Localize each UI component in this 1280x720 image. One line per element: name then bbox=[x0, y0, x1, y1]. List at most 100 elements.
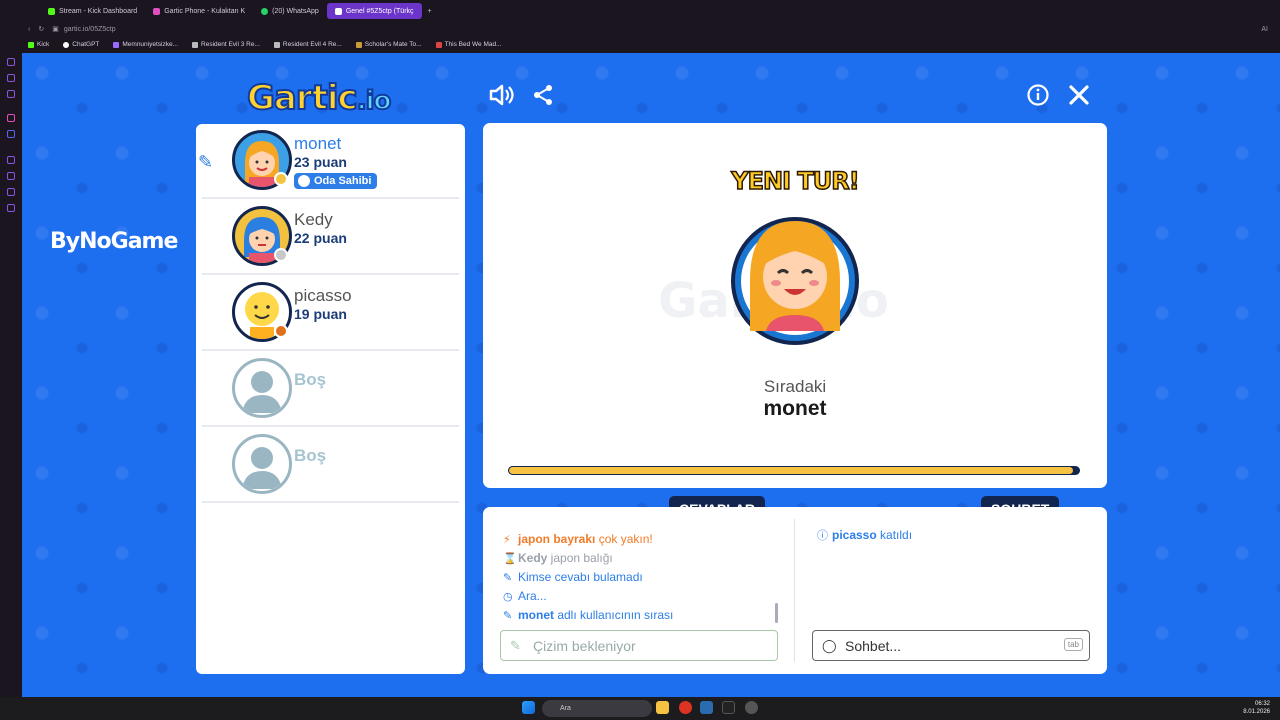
tab-shortcut-hint: tab bbox=[1063, 638, 1083, 651]
next-player-avatar bbox=[730, 201, 860, 351]
info-icon[interactable] bbox=[1024, 81, 1052, 109]
lightning-icon: ⚡ bbox=[503, 534, 511, 546]
steam-icon[interactable] bbox=[700, 701, 713, 714]
answer-item: ✎ monet adlı kullanıcının sırası bbox=[503, 608, 674, 622]
empty-slot: Boş bbox=[202, 428, 459, 503]
bookmark-icon bbox=[192, 41, 199, 48]
bookmark-icon bbox=[435, 41, 442, 48]
back-icon[interactable]: ‹ bbox=[0, 26, 38, 33]
sidebar-app-icon[interactable] bbox=[7, 58, 15, 66]
bookmark[interactable]: Resident Evil 4 Re... bbox=[273, 41, 342, 48]
drawing-board: Gartic.io YENI TUR! Sıradaki monet bbox=[483, 123, 1107, 488]
new-round-title: YENI TUR! bbox=[731, 166, 861, 196]
player-name: monet bbox=[294, 134, 342, 153]
bookmark-icon bbox=[113, 41, 120, 48]
tab-favicon bbox=[261, 7, 269, 15]
browser-tab[interactable]: (20) WhatsApp bbox=[253, 3, 327, 19]
players-panel: ✎ monet 23 puan Oda Sahibi Kedy 22 puan … bbox=[196, 124, 465, 674]
empty-slot: Boş bbox=[202, 352, 459, 427]
sidebar-app-icon[interactable] bbox=[7, 156, 15, 164]
bookmark[interactable]: ChatGPT bbox=[63, 41, 99, 48]
player-score: 23 puan bbox=[294, 154, 347, 170]
url-field[interactable]: gartic.io/05Z5ctp bbox=[64, 26, 116, 33]
chat-input[interactable]: ◯ Sohbet... tab bbox=[812, 630, 1090, 661]
sidebar-app-icon[interactable] bbox=[7, 188, 15, 196]
player-score: 19 puan bbox=[294, 306, 347, 322]
bookmarks-bar: Kick ChatGPT Memnuniyetsizke... Resident… bbox=[0, 36, 1280, 53]
tab-bar: Stream - Kick Dashboard Gartic Phone - K… bbox=[0, 0, 1280, 22]
next-label: Sıradaki bbox=[763, 377, 827, 396]
twitch-icon[interactable] bbox=[7, 114, 15, 122]
answer-item: ✎ Kimse cevabı bulamadı bbox=[503, 570, 643, 584]
status-dot bbox=[274, 248, 288, 262]
progress-fill bbox=[509, 467, 1074, 474]
player-row[interactable]: picasso 19 puan bbox=[202, 276, 459, 351]
sound-icon[interactable] bbox=[488, 81, 516, 109]
player-row[interactable]: Kedy 22 puan bbox=[202, 200, 459, 275]
info-icon: ⓘ bbox=[817, 530, 828, 542]
player-row[interactable]: ✎ monet 23 puan Oda Sahibi bbox=[198, 124, 459, 199]
browser-tab-active[interactable]: Genel #5Z5ctp (Türkç bbox=[326, 3, 422, 19]
pencil-icon: ✎ bbox=[510, 638, 521, 653]
round-progress-bar bbox=[508, 466, 1080, 475]
obs-icon[interactable] bbox=[745, 701, 758, 714]
sidebar-app-icon[interactable] bbox=[7, 90, 15, 98]
chat-message: ⓘ picasso katıldı bbox=[817, 528, 913, 542]
bookmark[interactable]: Kick bbox=[28, 41, 49, 48]
windows-start-icon[interactable] bbox=[522, 701, 535, 714]
tab-favicon bbox=[334, 7, 342, 15]
close-icon[interactable] bbox=[1065, 81, 1093, 109]
taskbar-search[interactable]: Ara bbox=[542, 700, 652, 717]
taskbar-clock[interactable]: 06:32 8.01.2026 bbox=[1243, 700, 1270, 716]
answer-item: ◷ Ara... bbox=[503, 589, 547, 603]
empty-slot-label: Boş bbox=[294, 370, 327, 389]
bookmark[interactable]: Resident Evil 3 Re... bbox=[192, 41, 260, 48]
browser-tab[interactable]: Gartic Phone - Kulaktan K bbox=[145, 3, 253, 19]
player-name: Kedy bbox=[294, 210, 333, 229]
chat-bubble-icon: ◯ bbox=[822, 638, 837, 653]
secure-icon: ▣ bbox=[52, 26, 59, 33]
drawing-pencil-icon: ✎ bbox=[198, 152, 214, 172]
sidebar-app-icon[interactable] bbox=[7, 74, 15, 82]
bookmark[interactable]: Scholar's Mate To... bbox=[355, 41, 422, 48]
hourglass-icon: ⌛ bbox=[503, 553, 517, 565]
bookmark-icon bbox=[28, 41, 34, 48]
bookmark-icon bbox=[273, 41, 280, 48]
app-icon[interactable] bbox=[722, 701, 735, 714]
browser-tab[interactable]: Stream - Kick Dashboard bbox=[40, 3, 145, 19]
room-owner-badge: Oda Sahibi bbox=[294, 173, 378, 189]
bookmark-icon bbox=[355, 41, 362, 48]
empty-slot-label: Boş bbox=[294, 446, 327, 465]
file-explorer-icon[interactable] bbox=[656, 701, 669, 714]
reload-icon[interactable]: ↻ bbox=[38, 25, 52, 33]
opera-gx-icon[interactable] bbox=[679, 701, 692, 714]
panel-divider bbox=[794, 519, 795, 662]
answer-item: ⚡ japon bayrakı çok yakın! bbox=[503, 532, 653, 546]
discord-icon[interactable] bbox=[7, 130, 15, 138]
game-stage: Gartic.io ByNoGame ✎ monet 23 puan Oda S… bbox=[22, 53, 1280, 697]
next-player-name: monet bbox=[763, 397, 827, 420]
answers-scrollbar[interactable] bbox=[775, 603, 778, 623]
player-name: picasso bbox=[294, 286, 352, 305]
tab-favicon bbox=[48, 7, 55, 15]
bookmark-icon bbox=[63, 41, 70, 48]
answers-chat-panel: ⚡ japon bayrakı çok yakın! ⌛Kedy japon ba… bbox=[483, 507, 1107, 674]
tab-favicon bbox=[153, 7, 161, 15]
status-dot bbox=[274, 172, 288, 186]
ai-button[interactable]: AI bbox=[1261, 26, 1280, 33]
browser-sidebar bbox=[0, 0, 22, 697]
gartic-logo[interactable]: Gartic.io bbox=[246, 77, 392, 119]
bookmark[interactable]: This Bed We Mad... bbox=[435, 41, 502, 48]
answer-input[interactable]: ✎ Çizim bekleniyor bbox=[500, 630, 778, 661]
sidebar-app-icon[interactable] bbox=[7, 172, 15, 180]
empty-avatar-icon bbox=[232, 434, 292, 494]
player-score: 22 puan bbox=[294, 230, 347, 246]
sidebar-app-icon[interactable] bbox=[7, 204, 15, 212]
bynogame-watermark: ByNoGame bbox=[50, 229, 178, 254]
new-tab-button[interactable]: + bbox=[422, 8, 432, 15]
empty-avatar-icon bbox=[232, 358, 292, 418]
address-bar: ‹ ↻ ▣ gartic.io/05Z5ctp AI bbox=[0, 22, 1280, 36]
bookmark[interactable]: Memnuniyetsizke... bbox=[113, 41, 178, 48]
share-icon[interactable] bbox=[529, 81, 557, 109]
status-dot bbox=[274, 324, 288, 338]
